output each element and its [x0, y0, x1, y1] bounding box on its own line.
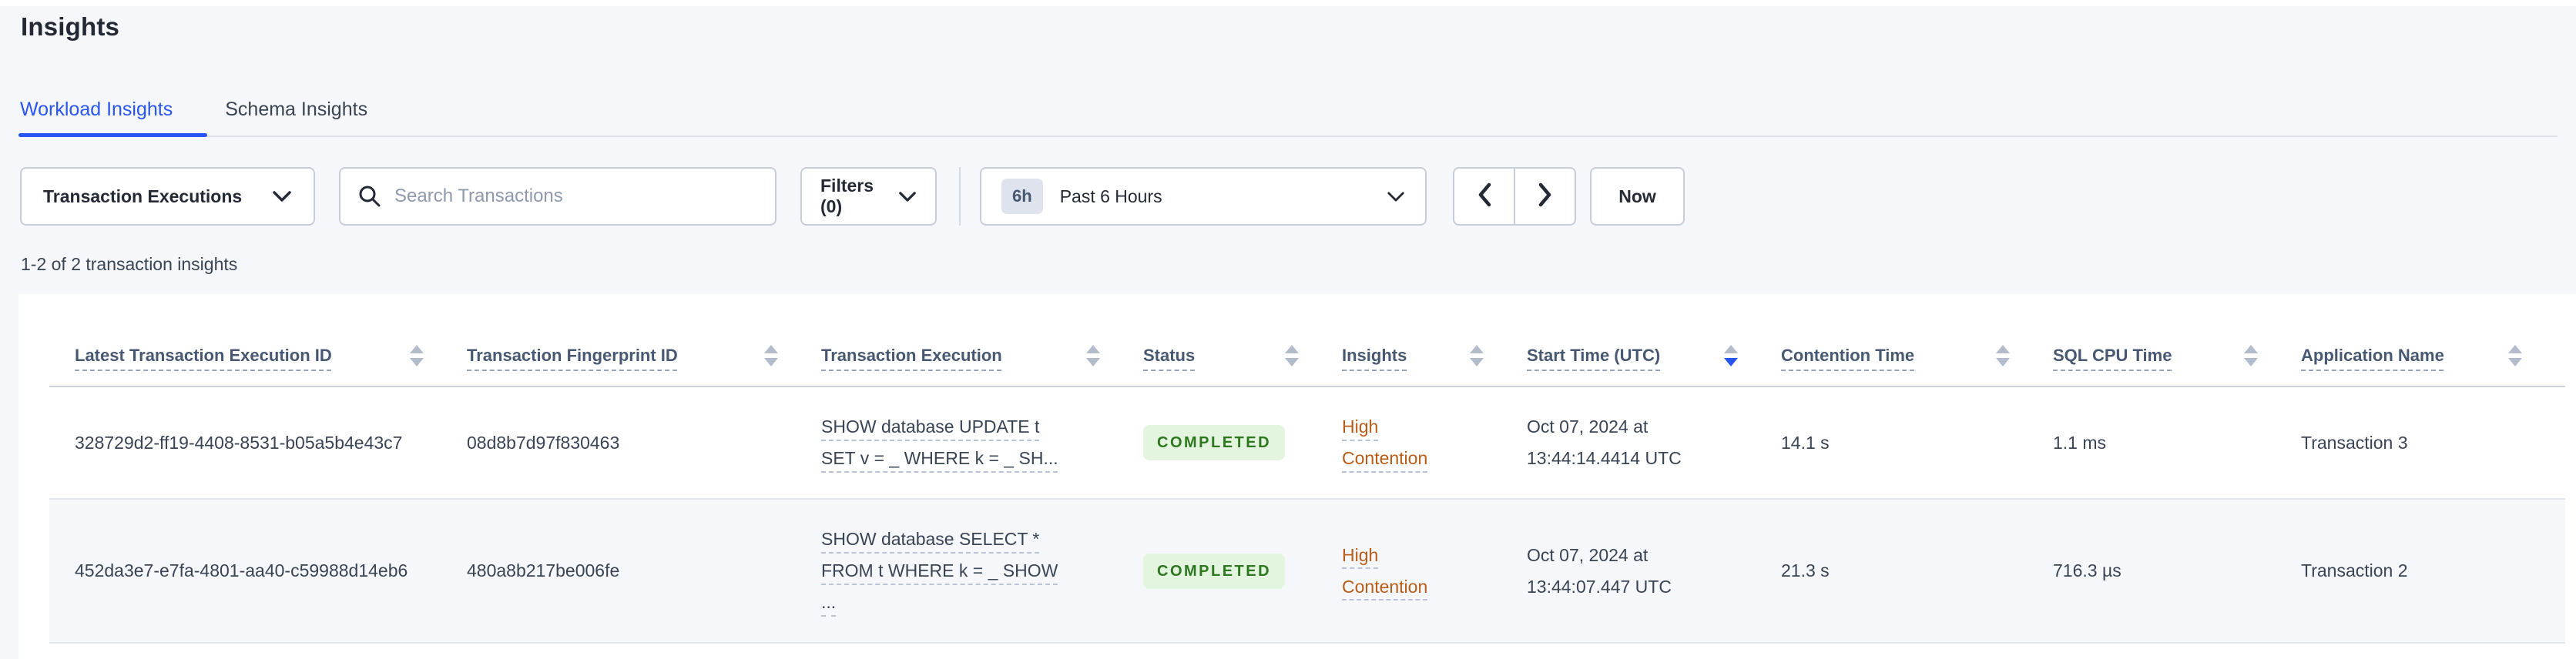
column-header-latest-transaction-execution-id[interactable]: Latest Transaction Execution ID — [49, 344, 467, 367]
transaction-execution-cell: SHOW database SELECT * FROM t WHERE k = … — [821, 524, 1143, 618]
insights-cell: High Contention — [1342, 411, 1527, 474]
column-header-start-time[interactable]: Start Time (UTC) — [1527, 344, 1781, 367]
statement-link[interactable]: SHOW database SELECT * — [821, 524, 1039, 555]
statement-link[interactable]: SET v = _ WHERE k = _ SH... — [821, 443, 1058, 474]
chevron-down-icon — [1387, 191, 1405, 202]
search-icon — [357, 184, 382, 209]
time-window-badge: 6h — [1001, 179, 1043, 214]
execution-id-cell: 328729d2-ff19-4408-8531-b05a5b4e43c7 — [75, 432, 403, 453]
column-header-transaction-fingerprint-id[interactable]: Transaction Fingerprint ID — [467, 344, 821, 367]
contention-time-cell: 21.3 s — [1781, 560, 1830, 580]
sql-cpu-time-cell: 1.1 ms — [2053, 432, 2107, 453]
statement-link[interactable]: FROM t WHERE k = _ SHOW — [821, 555, 1058, 587]
status-badge: COMPLETED — [1143, 553, 1286, 589]
sort-icon — [1470, 345, 1484, 366]
column-header-contention-time[interactable]: Contention Time — [1781, 344, 2053, 367]
insights-cell: High Contention — [1342, 540, 1527, 603]
search-box — [339, 167, 776, 226]
fingerprint-id-cell: 08d8b7d97f830463 — [467, 432, 620, 453]
sort-icon — [2244, 345, 2258, 366]
status-badge: COMPLETED — [1143, 425, 1286, 460]
contention-time-cell: 14.1 s — [1781, 432, 1830, 453]
sort-icon — [410, 345, 424, 366]
sort-icon — [2508, 345, 2522, 366]
application-name-cell: Transaction 3 — [2301, 432, 2408, 453]
column-header-sql-cpu-time[interactable]: SQL CPU Time — [2053, 344, 2301, 367]
search-input[interactable] — [394, 186, 758, 207]
filters-label: Filters (0) — [820, 176, 874, 216]
status-cell: COMPLETED — [1143, 425, 1342, 460]
tab-schema-insights[interactable]: Schema Insights — [225, 99, 367, 141]
insights-page: Insights Workload Insights Schema Insigh… — [0, 0, 2576, 659]
filters-button[interactable]: Filters (0) — [800, 167, 937, 226]
insight-link[interactable]: High Contention — [1342, 540, 1457, 603]
previous-range-button[interactable] — [1453, 167, 1514, 226]
start-time-cell: Oct 07, 2024 at 13:44:07.447 UTC — [1527, 544, 1672, 597]
table-row: 328729d2-ff19-4408-8531-b05a5b4e43c7 08d… — [49, 387, 2565, 500]
column-header-application-name[interactable]: Application Name — [2301, 344, 2565, 367]
insight-link[interactable]: High Contention — [1342, 411, 1457, 474]
fingerprint-id-cell: 480a8b217be006fe — [467, 560, 620, 580]
status-cell: COMPLETED — [1143, 553, 1342, 589]
tab-bar-divider — [18, 135, 2558, 137]
sort-icon — [1285, 345, 1299, 366]
time-range-picker[interactable]: 6h Past 6 Hours — [980, 167, 1427, 226]
results-count: 1-2 of 2 transaction insights — [21, 254, 238, 274]
column-header-transaction-execution[interactable]: Transaction Execution — [821, 344, 1143, 367]
chevron-down-icon — [272, 190, 292, 202]
chevron-down-icon — [898, 191, 917, 202]
table-header-row: Latest Transaction Execution ID Transact… — [49, 294, 2565, 387]
execution-type-select[interactable]: Transaction Executions — [20, 167, 315, 226]
top-strip — [0, 0, 2576, 6]
time-range-arrows — [1453, 167, 1576, 226]
transaction-execution-cell: SHOW database UPDATE t SET v = _ WHERE k… — [821, 411, 1143, 474]
next-range-button[interactable] — [1514, 167, 1576, 226]
sql-cpu-time-cell: 716.3 µs — [2053, 560, 2122, 580]
chevron-left-icon — [1477, 182, 1492, 211]
insights-table: Latest Transaction Execution ID Transact… — [49, 294, 2565, 644]
chevron-right-icon — [1538, 182, 1553, 211]
application-name-cell: Transaction 2 — [2301, 560, 2408, 580]
page-title: Insights — [21, 12, 120, 41]
start-time-cell: Oct 07, 2024 at 13:44:14.4414 UTC — [1527, 416, 1682, 468]
sort-icon — [1086, 345, 1100, 366]
sort-icon — [1996, 345, 2010, 366]
execution-type-value: Transaction Executions — [43, 186, 243, 206]
column-header-status[interactable]: Status — [1143, 344, 1342, 367]
sort-icon — [764, 345, 778, 366]
insights-table-card: Latest Transaction Execution ID Transact… — [18, 294, 2576, 659]
statement-link[interactable]: SHOW database UPDATE t — [821, 411, 1039, 443]
controls-divider — [959, 167, 961, 226]
column-header-insights[interactable]: Insights — [1342, 344, 1527, 367]
sort-desc-icon — [1724, 345, 1738, 366]
time-window-label: Past 6 Hours — [1059, 186, 1162, 206]
execution-id-cell: 452da3e7-e7fa-4801-aa40-c59988d14eb6 — [75, 560, 408, 580]
now-button[interactable]: Now — [1590, 167, 1685, 226]
tab-active-indicator — [18, 133, 207, 137]
statement-link[interactable]: ... — [821, 587, 836, 618]
table-row: 452da3e7-e7fa-4801-aa40-c59988d14eb6 480… — [49, 500, 2565, 644]
